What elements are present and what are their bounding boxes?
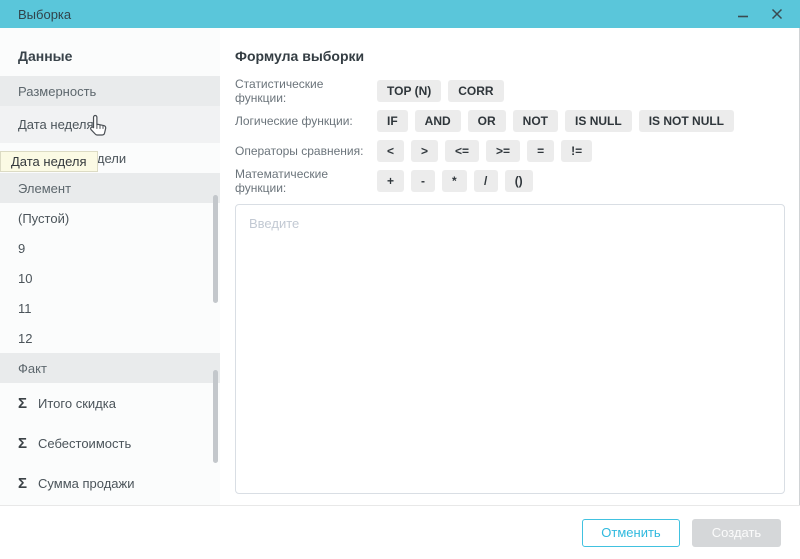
- list-item-label: 11: [18, 301, 32, 316]
- function-button[interactable]: <: [377, 140, 404, 162]
- cursor-pointer-icon: [88, 114, 109, 143]
- list-item[interactable]: Σ: [0, 503, 220, 505]
- scrollbar-thumb[interactable]: [213, 370, 218, 463]
- list-item[interactable]: 9: [0, 233, 220, 263]
- section-header[interactable]: Элемент: [0, 173, 220, 203]
- create-button[interactable]: Создать: [692, 519, 781, 547]
- cancel-button[interactable]: Отменить: [582, 519, 680, 547]
- function-buttons: < > <= >= = !=: [377, 140, 592, 162]
- formula-input[interactable]: [235, 204, 785, 494]
- function-button[interactable]: !=: [561, 140, 592, 162]
- selection-dialog: Выборка Данные Размерность Дата неделя Дат…: [0, 0, 800, 559]
- list-item[interactable]: Σ Себестоимость: [0, 423, 220, 463]
- section-list: (Пустой) 9 10 11 12: [0, 203, 220, 353]
- function-button[interactable]: IS NOT NULL: [639, 110, 734, 132]
- list-item-label: Итого скидка: [38, 396, 116, 411]
- function-button[interactable]: -: [411, 170, 435, 192]
- list-item-label: Дата неделя: [18, 117, 94, 132]
- sigma-icon: Σ: [18, 436, 27, 451]
- minimize-icon[interactable]: [736, 7, 750, 21]
- function-row-label: Статистические функции:: [235, 77, 377, 105]
- sigma-icon: Σ: [18, 396, 27, 411]
- item-tooltip: Дата неделя: [0, 151, 98, 172]
- section-list: Σ Итого скидка Σ Себестоимость Σ Сумма продаж…: [0, 383, 220, 505]
- function-button[interactable]: *: [442, 170, 467, 192]
- function-button[interactable]: OR: [468, 110, 506, 132]
- function-button[interactable]: +: [377, 170, 404, 192]
- function-row-label: Логические функции:: [235, 114, 377, 128]
- list-item-label: 12: [18, 331, 32, 346]
- function-button[interactable]: =: [527, 140, 554, 162]
- function-button[interactable]: (): [505, 170, 533, 192]
- list-item-label: Себестоимость: [38, 436, 131, 451]
- formula-panel: Формула выборки Статистические функции:T…: [220, 28, 800, 505]
- function-row: Статистические функции:TOP (N) CORR: [235, 76, 785, 106]
- function-button[interactable]: AND: [415, 110, 461, 132]
- function-button[interactable]: IF: [377, 110, 408, 132]
- function-row: Математические функции:+-* / (): [235, 166, 785, 196]
- function-rows: Статистические функции:TOP (N) CORR Логиче…: [235, 76, 785, 196]
- function-button[interactable]: TOP (N): [377, 80, 441, 102]
- list-item-label: 10: [18, 271, 32, 286]
- function-button[interactable]: CORR: [448, 80, 503, 102]
- list-item[interactable]: 12: [0, 323, 220, 353]
- function-button[interactable]: <=: [445, 140, 479, 162]
- function-button[interactable]: IS NULL: [565, 110, 632, 132]
- sigma-icon: Σ: [18, 476, 27, 491]
- titlebar[interactable]: Выборка: [0, 0, 800, 28]
- data-panel: Данные РазмерностьДата неделяДата день н…: [0, 28, 220, 505]
- function-button[interactable]: >=: [486, 140, 520, 162]
- scrollbar-thumb[interactable]: [213, 195, 218, 303]
- list-item[interactable]: Σ Сумма продажи: [0, 463, 220, 503]
- function-buttons: IF AND OR NOT IS NULL IS NOT NULL: [377, 110, 734, 132]
- function-row: Логические функции:IF AND OR NOT IS NULL IS N…: [235, 106, 785, 136]
- function-button[interactable]: /: [474, 170, 498, 192]
- list-item-label: Сумма продажи: [38, 476, 134, 491]
- list-item[interactable]: (Пустой): [0, 203, 220, 233]
- section-header[interactable]: Факт: [0, 353, 220, 383]
- function-button[interactable]: >: [411, 140, 438, 162]
- function-buttons: TOP (N) CORR: [377, 80, 504, 102]
- list-item[interactable]: 10: [0, 263, 220, 293]
- function-row: Операторы сравнения:< > <= >= = !=: [235, 136, 785, 166]
- list-item[interactable]: Дата неделя: [0, 106, 220, 143]
- list-item[interactable]: Σ Итого скидка: [0, 383, 220, 423]
- data-panel-title: Данные: [0, 28, 220, 76]
- window-title: Выборка: [18, 7, 71, 22]
- formula-title: Формула выборки: [235, 48, 785, 64]
- function-button[interactable]: NOT: [513, 110, 558, 132]
- window-controls: [736, 7, 784, 21]
- section-header[interactable]: Размерность: [0, 76, 220, 106]
- function-row-label: Математические функции:: [235, 167, 377, 195]
- close-icon[interactable]: [770, 7, 784, 21]
- function-row-label: Операторы сравнения:: [235, 144, 377, 158]
- dialog-footer: Отменить Создать: [0, 505, 800, 559]
- data-tree: РазмерностьДата неделяДата день неделиЭл…: [0, 76, 220, 505]
- list-item-label: 9: [18, 241, 25, 256]
- dialog-body: Данные РазмерностьДата неделяДата день н…: [0, 28, 800, 505]
- list-item-label: (Пустой): [18, 211, 69, 226]
- list-item[interactable]: 11: [0, 293, 220, 323]
- function-buttons: +-* / (): [377, 170, 533, 192]
